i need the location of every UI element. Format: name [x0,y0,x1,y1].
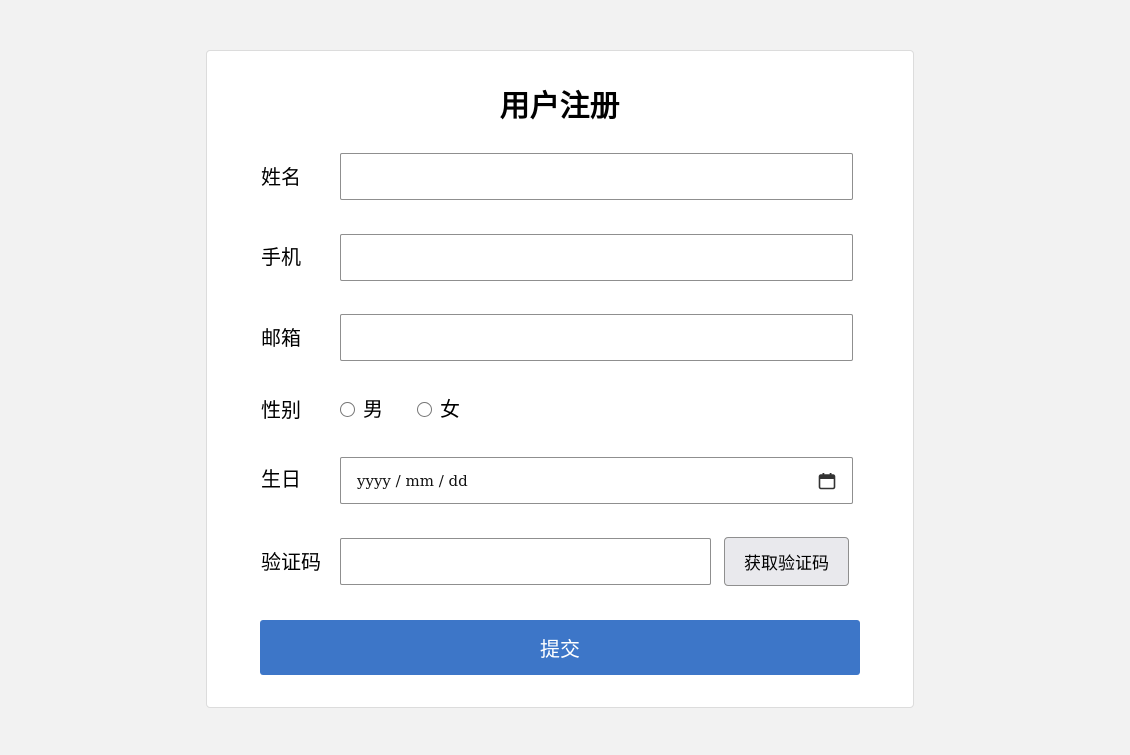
captcha-label: 验证码 [261,550,321,574]
phone-input[interactable] [340,234,853,281]
gender-option-female[interactable]: 女 [417,397,460,421]
birthday-label: 生日 [261,467,301,491]
name-input[interactable] [340,153,853,200]
gender-male-radio[interactable] [340,401,355,417]
email-input[interactable] [340,314,853,361]
calendar-icon[interactable] [818,472,836,490]
captcha-input[interactable] [340,538,711,585]
submit-button[interactable]: 提交 [260,620,860,675]
gender-radio-group: 男 女 [340,397,494,421]
gender-option-male[interactable]: 男 [340,397,383,421]
gender-female-label: 女 [440,397,460,421]
get-captcha-button[interactable]: 获取验证码 [724,537,849,586]
birthday-placeholder: yyyy / mm / dd [357,471,468,490]
gender-male-label: 男 [363,397,383,421]
gender-female-radio[interactable] [417,401,432,417]
birthday-date-input[interactable]: yyyy / mm / dd [340,457,853,504]
registration-card: 用户注册 姓名 手机 邮箱 性别 男 女 生日 yyyy / mm / dd 验… [206,50,914,708]
phone-label: 手机 [261,245,301,269]
page-title: 用户注册 [500,89,620,124]
email-label: 邮箱 [261,326,301,350]
name-label: 姓名 [261,165,301,189]
gender-label: 性别 [261,398,301,422]
